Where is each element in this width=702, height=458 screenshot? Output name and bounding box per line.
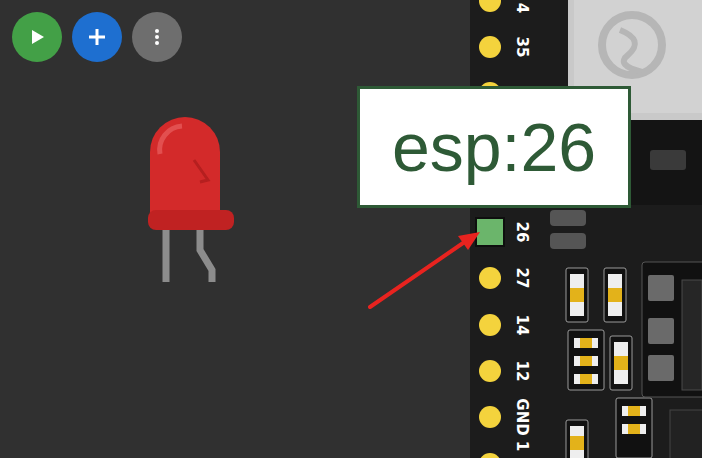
pin-label: 4: [514, 3, 529, 13]
board-pin[interactable]: [479, 453, 501, 458]
play-icon: [27, 27, 47, 47]
board-pin[interactable]: [475, 217, 505, 247]
pin-label: GND: [514, 399, 529, 436]
pin-label: 1: [514, 441, 529, 451]
board-pin[interactable]: [479, 406, 501, 428]
pin-label: 35: [514, 36, 529, 57]
add-part-button[interactable]: [72, 12, 122, 62]
board-pin[interactable]: [479, 267, 501, 289]
pointer-arrow-icon: [0, 0, 702, 458]
tooltip-text: esp:26: [392, 110, 596, 185]
pin-label: 12: [514, 360, 529, 381]
esp32-board[interactable]: 4 35 26 27 14 12 GND 1: [470, 0, 702, 458]
pin-label: 26: [514, 222, 529, 243]
more-options-button[interactable]: [132, 12, 182, 62]
board-pin[interactable]: [479, 314, 501, 336]
pin-tooltip: esp:26: [357, 86, 631, 208]
board-pin[interactable]: [479, 36, 501, 58]
board-pin[interactable]: [479, 0, 501, 12]
board-pin[interactable]: [479, 360, 501, 382]
simulator-canvas[interactable]: 4 35 26 27 14 12 GND 1 esp:26: [0, 0, 702, 458]
led-icon[interactable]: [142, 110, 242, 285]
pin-label: 27: [514, 268, 529, 289]
start-simulation-button[interactable]: [12, 12, 62, 62]
toolbar: [12, 12, 182, 62]
plus-icon: [87, 27, 107, 47]
pin-label: 14: [514, 314, 529, 335]
more-icon: [147, 27, 167, 47]
